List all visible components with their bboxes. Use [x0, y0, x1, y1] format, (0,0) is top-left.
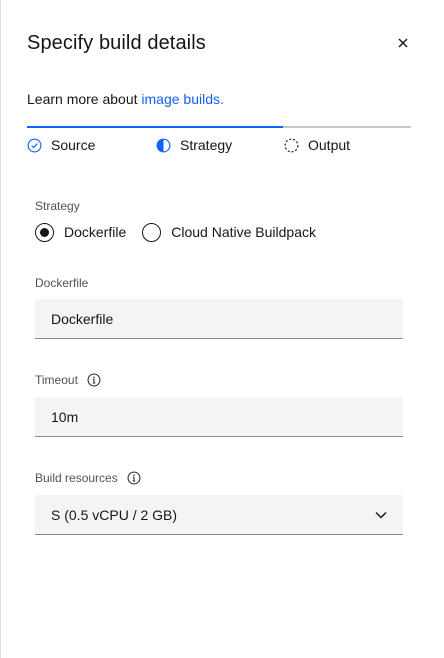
checkmark-outline-icon: [27, 138, 42, 152]
progress-active-segment: [27, 126, 283, 128]
timeout-label: Timeout: [35, 373, 78, 387]
panel-title: Specify build details: [27, 32, 206, 54]
build-resources-label: Build resources: [35, 471, 118, 485]
radio-buildpack-label: Cloud Native Buildpack: [171, 224, 316, 240]
chevron-down-icon: [375, 511, 387, 518]
dashed-circle-icon: [284, 138, 299, 152]
dockerfile-input[interactable]: Dockerfile: [35, 299, 403, 339]
learn-more-prefix: Learn more about: [27, 91, 142, 107]
strategy-label: Strategy: [35, 199, 80, 213]
timeout-label-row: Timeout: [35, 373, 101, 387]
build-resources-label-row: Build resources: [35, 471, 141, 485]
dockerfile-label: Dockerfile: [35, 276, 89, 290]
step-strategy[interactable]: Strategy: [156, 136, 232, 154]
half-filled-circle-icon: [156, 138, 171, 152]
radio-dockerfile[interactable]: Dockerfile: [35, 222, 127, 242]
step-source-label: Source: [51, 137, 96, 153]
radio-dot: [40, 227, 49, 237]
timeout-input[interactable]: 10m: [35, 397, 403, 437]
information-icon: [87, 373, 101, 387]
build-resources-info-button[interactable]: [127, 471, 141, 485]
build-details-panel: Specify build details Learn more about i…: [0, 0, 444, 658]
close-icon: [398, 38, 408, 48]
step-strategy-label: Strategy: [180, 137, 233, 153]
radio-cloud-native-buildpack[interactable]: Cloud Native Buildpack: [142, 222, 316, 242]
strategy-radio-group: Dockerfile Cloud Native Buildpack: [35, 222, 332, 242]
step-output-label: Output: [308, 137, 351, 153]
build-resources-value: S (0.5 vCPU / 2 GB): [51, 506, 178, 523]
progress-indicator: Source Strategy Output: [27, 126, 411, 156]
dockerfile-value: Dockerfile: [51, 310, 114, 327]
learn-more-text: Learn more about image builds.: [27, 91, 224, 107]
step-source[interactable]: Source: [27, 136, 95, 154]
timeout-info-button[interactable]: [87, 373, 101, 387]
information-icon: [127, 471, 141, 485]
radio-circle: [35, 222, 54, 242]
radio-circle: [142, 222, 162, 242]
image-builds-link[interactable]: image builds.: [141, 91, 224, 107]
radio-dockerfile-label: Dockerfile: [64, 224, 127, 240]
timeout-value: 10m: [51, 408, 79, 425]
build-resources-select[interactable]: S (0.5 vCPU / 2 GB): [35, 495, 403, 535]
close-button[interactable]: [394, 34, 412, 52]
step-output[interactable]: Output: [284, 136, 350, 154]
